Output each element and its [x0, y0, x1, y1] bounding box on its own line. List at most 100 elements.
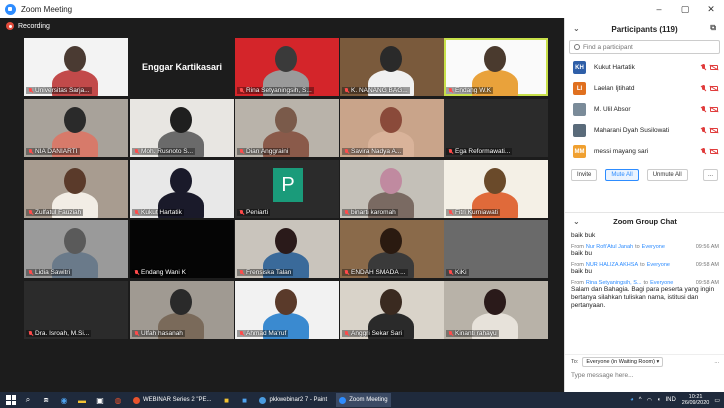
video-tile[interactable]: Savira Nadya A... — [340, 99, 444, 157]
tile-name-label: Savira Nadya A... — [342, 148, 404, 155]
video-tile[interactable]: binarti karomah — [340, 160, 444, 218]
tile-name-label: Frensiska Talan — [237, 269, 294, 276]
video-tile[interactable]: P Peniarti — [235, 160, 339, 218]
video-tile[interactable]: Ahmad Ma'ruf — [235, 281, 339, 339]
mic-muted-icon — [448, 269, 453, 276]
video-tile[interactable]: Kinanti rahayu — [444, 281, 548, 339]
speaker-icon[interactable]: ◖ — [657, 397, 661, 403]
video-tile[interactable]: Endang Wani K — [130, 220, 234, 278]
participant-search-input[interactable] — [583, 43, 703, 51]
mic-muted-icon — [134, 269, 139, 276]
video-tile[interactable]: Enggar Kartikasari — [130, 38, 234, 96]
unmute-all-button[interactable]: Unmute All — [646, 169, 688, 181]
system-tray: ◕ ^ ◠ ◖ IND 10:21 26/09/2020 ▭ — [630, 392, 720, 408]
video-tile[interactable]: KiKi — [444, 220, 548, 278]
more-button[interactable]: ... — [702, 169, 718, 181]
invite-button[interactable]: Invite — [571, 169, 598, 181]
participant-status-icons — [700, 64, 718, 71]
video-tile[interactable]: Lidia Sawitri — [24, 220, 128, 278]
chevron-down-icon[interactable]: ⌄ — [573, 217, 580, 226]
user-icon[interactable]: ◕ — [630, 397, 634, 403]
chevron-up-icon[interactable]: ^ — [639, 397, 642, 403]
store-icon[interactable]: ▣ — [94, 394, 106, 406]
clock[interactable]: 10:21 26/09/2020 — [682, 394, 710, 406]
video-tile[interactable]: Rina Setyaningsih, S... — [235, 38, 339, 96]
tile-name-text: Kukut Hartatik — [141, 209, 182, 216]
video-tile[interactable]: Ega Reformawati... — [444, 99, 548, 157]
mic-muted-icon[interactable] — [700, 127, 706, 134]
tile-name-text: Anggri Sekar Sari — [351, 330, 402, 337]
participant-row[interactable]: KH Kukut Hartatik — [565, 57, 724, 78]
chrome-icon[interactable]: ◍ — [112, 394, 124, 406]
search-icon[interactable]: ⌕ — [22, 394, 34, 406]
video-tile[interactable]: Frensiska Talan — [235, 220, 339, 278]
maximize-button[interactable]: ▢ — [672, 0, 698, 18]
participants-title: Participants (119) — [611, 24, 678, 34]
file-explorer-icon[interactable]: ▬ — [76, 394, 88, 406]
notification-icon[interactable]: ▭ — [714, 397, 720, 404]
chat-input-box[interactable] — [571, 368, 719, 382]
participant-status-icons — [700, 106, 718, 113]
minimize-button[interactable]: – — [646, 0, 672, 18]
mic-muted-icon[interactable] — [700, 106, 706, 113]
mic-muted-icon — [239, 87, 244, 94]
taskbar-app-label: Zoom Meeting — [349, 397, 388, 403]
task-view-icon[interactable]: ⧈ — [40, 394, 52, 406]
video-tile[interactable]: Universitas Sarja... — [24, 38, 128, 96]
close-button[interactable]: ✕ — [698, 0, 724, 18]
video-tile[interactable]: Anggri Sekar Sari — [340, 281, 444, 339]
tile-name-label: Ahmad Ma'ruf — [237, 330, 289, 337]
video-tile[interactable]: NIA DANIARTI — [24, 99, 128, 157]
pinned-app-icon[interactable]: ■ — [220, 394, 232, 406]
taskbar-app[interactable]: WEBINAR Series 2 "PE... — [130, 393, 214, 407]
video-tile[interactable]: Moh. Rusnoto S... — [130, 99, 234, 157]
tile-name-text: Endang Wani K — [141, 269, 186, 276]
mic-muted-icon[interactable] — [700, 148, 706, 155]
video-tile[interactable]: ENDAH SMADA ... — [340, 220, 444, 278]
pinned-app-icon[interactable]: ■ — [238, 394, 250, 406]
video-tile[interactable]: Zulfatul Fauziah — [24, 160, 128, 218]
participant-row[interactable]: LI Laelan Ijtihatd — [565, 78, 724, 99]
participant-row[interactable]: Maharani Dyah Susilowati — [565, 120, 724, 141]
tile-name-text: Frensiska Talan — [246, 269, 292, 276]
chat-more-button[interactable]: ... — [714, 359, 719, 365]
chat-sender[interactable]: Nur Rofi'Atul Janah — [586, 244, 633, 250]
mic-muted-icon — [448, 148, 453, 155]
wifi-icon[interactable]: ◠ — [647, 397, 652, 404]
video-tile[interactable]: Ulfah hasanah — [130, 281, 234, 339]
video-tile[interactable]: Dra. Isroah, M.Si... — [24, 281, 128, 339]
mute-all-button[interactable]: Mute All — [605, 169, 639, 181]
participant-row[interactable]: MM messi mayang sari — [565, 141, 724, 161]
edge-browser-icon[interactable]: ◉ — [58, 394, 70, 406]
tile-name-text: Endang W.K — [455, 87, 492, 94]
chevron-down-icon[interactable]: ⌄ — [573, 24, 580, 33]
chat-message-input[interactable] — [571, 371, 711, 379]
video-tile[interactable]: K. NANANG BAG... — [340, 38, 444, 96]
mic-muted-icon[interactable] — [700, 85, 706, 92]
mic-muted-icon[interactable] — [700, 64, 706, 71]
video-tile[interactable]: Fitri Kurniawati — [444, 160, 548, 218]
tile-name-label: NIA DANIARTI — [26, 148, 80, 155]
recipient-select[interactable]: Everyone (in Waiting Room) ▾ — [582, 356, 664, 367]
language-indicator[interactable]: IND — [665, 397, 675, 403]
recording-indicator: Recording — [6, 22, 50, 30]
chat-message: baik buk — [571, 232, 719, 240]
chat-sender[interactable]: NUR HALIZA AKHSA — [586, 262, 638, 268]
taskbar-app[interactable]: Zoom Meeting — [336, 393, 391, 407]
video-tile[interactable]: Kukut Hartatik — [130, 160, 234, 218]
tile-display-name: Enggar Kartikasari — [141, 62, 223, 72]
tile-name-text: binarti karomah — [351, 209, 396, 216]
windows-start-icon[interactable] — [6, 395, 16, 405]
popout-icon[interactable]: ⧉ — [710, 23, 716, 33]
video-tile[interactable]: Dian Anggraini — [235, 99, 339, 157]
participant-search[interactable] — [569, 40, 720, 54]
mic-muted-icon — [239, 330, 244, 337]
chat-message-text: Salam dan Bahagia. Bagi para peserta yan… — [571, 286, 715, 309]
participant-row[interactable]: M. Ulil Absor — [565, 99, 724, 120]
taskbar-app[interactable]: pkkwebinar2 7 - Paint — [256, 393, 330, 407]
participant-actions: Invite Mute All Unmute All ... — [565, 165, 724, 185]
video-tile[interactable]: Endang W.K — [444, 38, 548, 96]
chat-message: From NUR HALIZA AKHSA to Everyone 09:58 AM ba… — [571, 262, 719, 276]
mic-muted-icon — [239, 148, 244, 155]
tile-name-label: Anggri Sekar Sari — [342, 330, 404, 337]
